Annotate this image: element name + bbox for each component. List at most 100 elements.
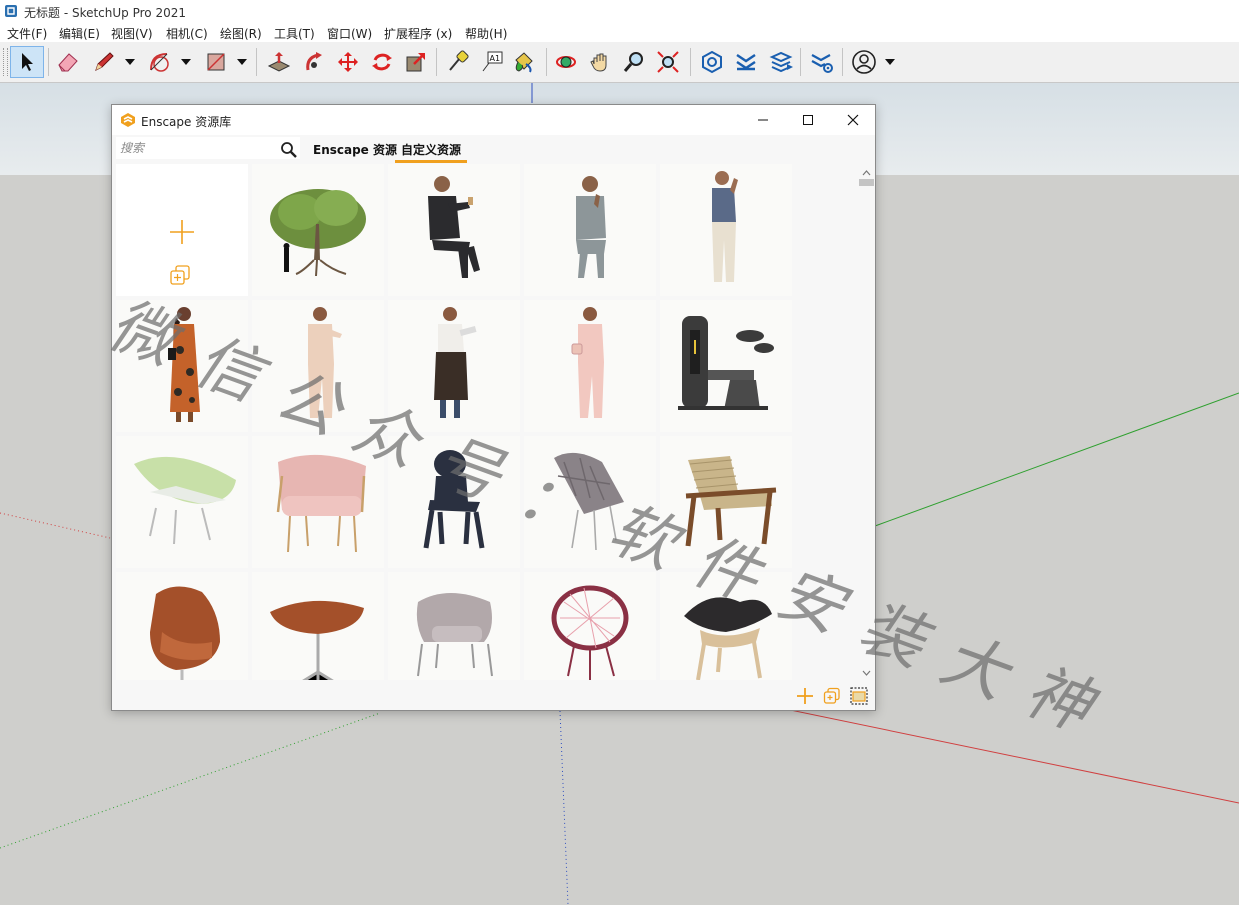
asset-woman-floral-dress[interactable] (116, 300, 248, 432)
menu-extensions[interactable]: 扩展程序 (x) (384, 25, 452, 42)
enscape-sync-button[interactable] (730, 46, 762, 78)
add-asset-tile[interactable] (116, 164, 248, 296)
asset-search-input[interactable] (116, 137, 300, 159)
rectangle-tool-button[interactable] (200, 46, 232, 78)
close-button[interactable] (830, 105, 875, 135)
scroll-up-arrow-icon[interactable] (862, 170, 871, 176)
asset-woman-beige-suit[interactable] (252, 300, 384, 432)
asset-man-seated-dark-suit[interactable] (388, 164, 520, 296)
enscape-search-row: Enscape 资源 自定义资源 (112, 135, 875, 163)
follow-me-tool-button[interactable] (298, 46, 330, 78)
enscape-asset-library-window[interactable]: Enscape 资源库 Enscape 资源 自定义资源 (111, 104, 876, 711)
text-icon: A1 (482, 51, 503, 72)
plus-icon[interactable] (170, 220, 194, 244)
asset-shell-chair[interactable] (660, 572, 792, 680)
paint-bucket-tool-button[interactable] (508, 46, 540, 78)
menu-help[interactable]: 帮助(H) (465, 25, 507, 42)
asset-gray-womb-chair[interactable] (388, 572, 520, 680)
scale-tool-button[interactable] (400, 46, 432, 78)
scrollbar-thumb[interactable] (859, 179, 874, 186)
pan-tool-button[interactable] (584, 46, 616, 78)
asset-black-ghost-chair[interactable] (388, 436, 520, 568)
pencil-dropdown-button[interactable] (122, 46, 138, 78)
asset-green-lounge-chair[interactable] (116, 436, 248, 568)
enscape-sync-icon (736, 54, 756, 71)
asset-grid (116, 164, 794, 680)
axis-green-solid (874, 392, 1239, 527)
asset-pink-armchair[interactable] (252, 436, 384, 568)
menu-draw[interactable]: 绘图(R) (220, 25, 262, 42)
menu-window[interactable]: 窗口(W) (327, 25, 372, 42)
enscape-start-button[interactable] (696, 46, 728, 78)
move-tool-button[interactable] (332, 46, 364, 78)
menu-view[interactable]: 视图(V) (111, 25, 153, 42)
orbit-icon (556, 56, 576, 68)
orbit-tool-button[interactable] (550, 46, 582, 78)
tab-custom-assets[interactable]: 自定义资源 (401, 141, 461, 158)
toolbar: A1 (0, 42, 1239, 83)
maximize-button[interactable] (785, 105, 830, 135)
asset-grid-scrollbar[interactable] (858, 165, 875, 681)
arc-tool-button[interactable] (144, 46, 176, 78)
asset-rope-armchair[interactable] (660, 436, 792, 568)
menu-edit[interactable]: 编辑(E) (59, 25, 100, 42)
toolbar-separator (436, 48, 437, 76)
toolbar-separator (256, 48, 257, 76)
add-from-file-icon[interactable] (823, 687, 841, 705)
enscape-bottom-bar (112, 681, 875, 710)
follow-me-icon (306, 52, 322, 71)
toolbar-separator (842, 48, 843, 76)
zoom-extents-tool-button[interactable] (652, 46, 684, 78)
push-pull-icon (267, 52, 291, 72)
tab-enscape-assets[interactable]: Enscape 资源 (313, 141, 397, 158)
add-from-file-icon[interactable] (170, 265, 190, 285)
account-dropdown-button[interactable] (882, 46, 898, 78)
toolbar-separator (690, 48, 691, 76)
zoom-icon (623, 52, 643, 72)
zoom-tool-button[interactable] (618, 46, 650, 78)
tape-measure-tool-button[interactable] (442, 46, 474, 78)
enscape-settings-button[interactable] (806, 46, 838, 78)
asset-tree[interactable] (252, 164, 384, 296)
rotate-tool-button[interactable] (366, 46, 398, 78)
pencil-tool-button[interactable] (88, 46, 120, 78)
enscape-window-titlebar[interactable]: Enscape 资源库 (112, 105, 875, 135)
asset-woman-pink-suit[interactable] (524, 300, 656, 432)
minimize-button[interactable] (740, 105, 785, 135)
toolbar-grip[interactable] (3, 48, 8, 76)
asset-gray-leaf-chair[interactable] (524, 436, 656, 568)
push-pull-tool-button[interactable] (262, 46, 296, 78)
arc-dropdown-button[interactable] (178, 46, 194, 78)
select-tool-button[interactable] (10, 46, 44, 78)
axis-blue-dotted (559, 710, 569, 905)
enscape-settings-icon (811, 54, 833, 73)
asset-pink-acapulco-chair[interactable] (524, 572, 656, 680)
minimize-icon (757, 119, 768, 121)
add-asset-plus-icon[interactable] (796, 687, 814, 705)
asset-gym-machine[interactable] (660, 300, 792, 432)
eraser-icon (58, 53, 78, 72)
asset-waitress-apron[interactable] (388, 300, 520, 432)
rectangle-dropdown-button[interactable] (234, 46, 250, 78)
toolbar-separator (48, 48, 49, 76)
chevron-down-icon (181, 59, 191, 65)
title-bar: 无标题 - SketchUp Pro 2021 (0, 0, 1239, 22)
asset-man-standing-phone[interactable] (660, 164, 792, 296)
menu-file[interactable]: 文件(F) (7, 25, 47, 42)
select-icon (22, 53, 33, 71)
asset-egg-chair[interactable] (116, 572, 248, 680)
capture-asset-icon[interactable] (849, 686, 869, 706)
search-icon[interactable] (280, 141, 298, 159)
enscape-assets-icon (769, 51, 793, 73)
toolbar-separator (546, 48, 547, 76)
account-button[interactable] (848, 46, 880, 78)
text-tool-button[interactable]: A1 (476, 46, 508, 78)
menu-tools[interactable]: 工具(T) (274, 25, 315, 42)
scroll-down-arrow-icon[interactable] (862, 670, 871, 676)
asset-man-seated-gray-suit[interactable] (524, 164, 656, 296)
menu-camera[interactable]: 相机(C) (166, 25, 208, 42)
pan-icon (590, 53, 607, 72)
asset-egg-ottoman[interactable] (252, 572, 384, 680)
eraser-tool-button[interactable] (52, 46, 84, 78)
enscape-assets-button[interactable] (766, 46, 798, 78)
